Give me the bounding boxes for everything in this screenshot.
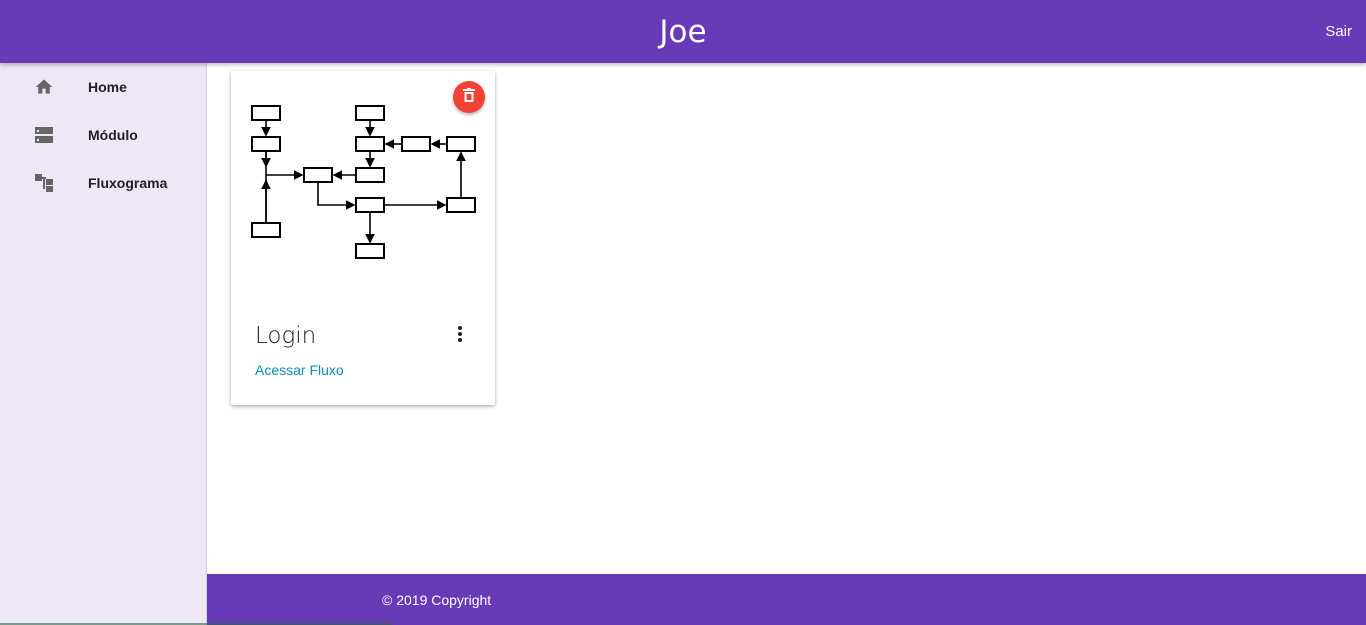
sidebar-item-fluxograma[interactable]: Fluxograma (0, 159, 206, 207)
sidebar-item-modulo[interactable]: Módulo (0, 111, 206, 159)
copyright-text: © 2019 Copyright (382, 592, 492, 608)
module-icon (34, 125, 54, 145)
trash-icon (463, 87, 475, 107)
sidebar-item-label: Módulo (88, 127, 138, 143)
sidebar: Home Módulo Fluxograma (0, 63, 207, 625)
card-title: Login (255, 323, 317, 349)
access-flow-link[interactable]: Acessar Fluxo (255, 362, 344, 378)
main-content: Login Acessar Fluxo (207, 63, 1366, 574)
sidebar-item-label: Home (88, 79, 127, 95)
sidebar-item-home[interactable]: Home (0, 63, 206, 111)
flowchart-icon (34, 173, 54, 193)
logout-link[interactable]: Sair (1325, 23, 1352, 40)
footer: © 2019 Copyright (207, 574, 1366, 625)
more-vert-icon (450, 326, 470, 351)
delete-button[interactable] (453, 81, 485, 113)
home-icon (34, 77, 54, 97)
flowchart-thumbnail (231, 71, 495, 311)
flow-card: Login Acessar Fluxo (231, 71, 495, 405)
app-title: Joe (659, 14, 707, 50)
sidebar-item-label: Fluxograma (88, 175, 168, 191)
top-app-bar: Joe Sair (0, 0, 1366, 63)
more-options-button[interactable] (450, 325, 470, 347)
